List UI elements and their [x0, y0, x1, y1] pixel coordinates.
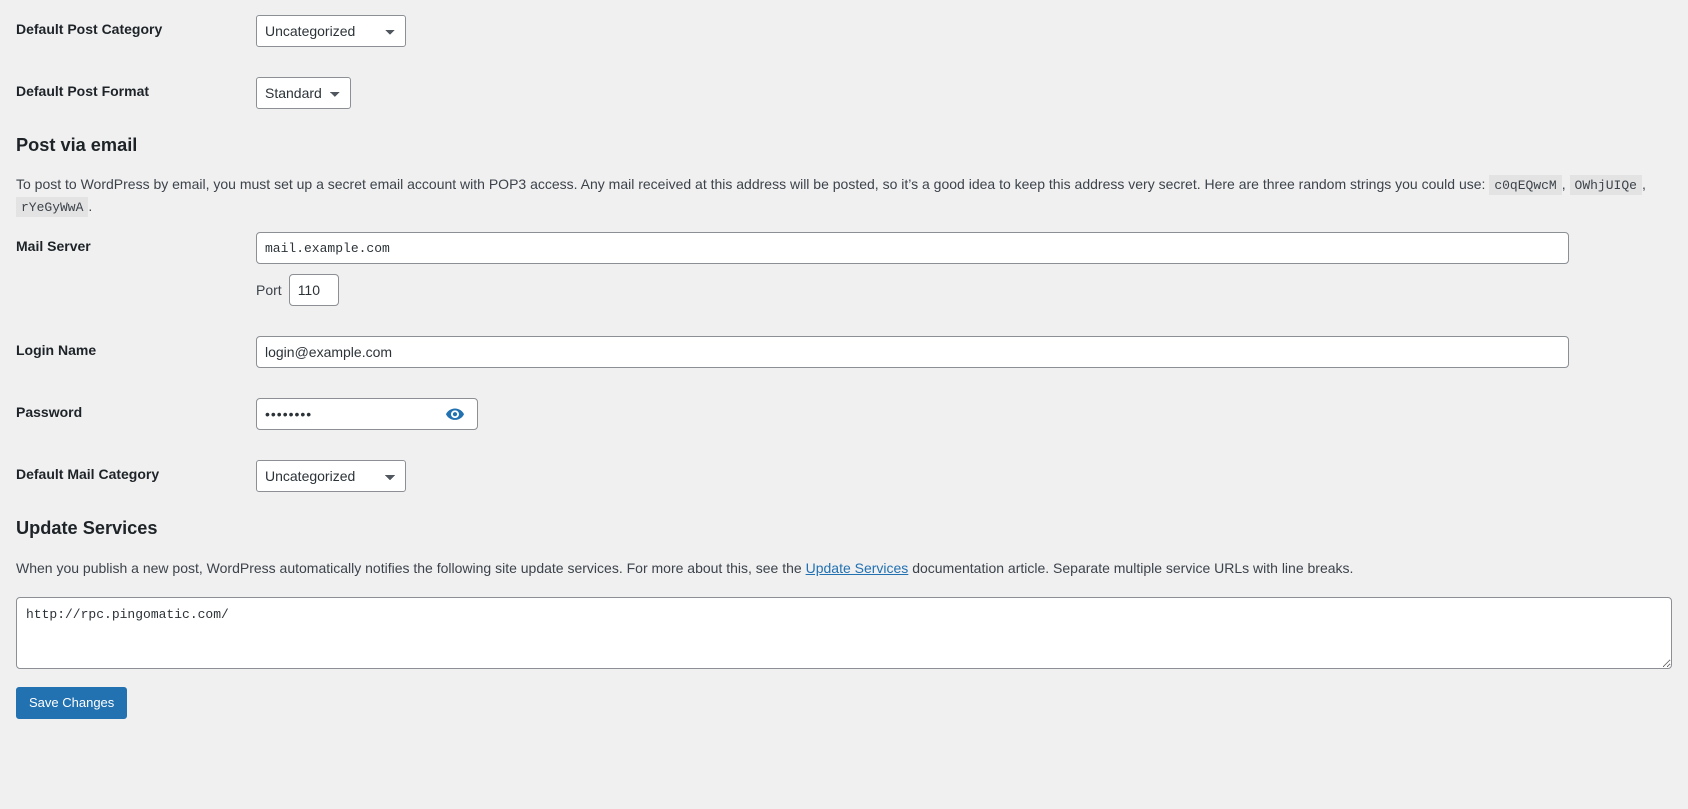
row-default-mail-category: Default Mail Category Uncategorized — [16, 445, 1672, 507]
random-string-2: OWhjUIQe — [1569, 175, 1642, 196]
post-via-email-description: To post to WordPress by email, you must … — [16, 174, 1672, 217]
update-services-description-after: documentation article. Separate multiple… — [912, 559, 1354, 576]
row-login-name: Login Name — [16, 321, 1672, 383]
ping-sites-textarea[interactable] — [16, 596, 1672, 669]
mail-server-port-row: Port — [256, 274, 1662, 307]
default-mail-category-select[interactable]: Uncategorized — [256, 460, 406, 493]
submit-row: Save Changes — [16, 669, 1672, 719]
row-default-post-category: Default Post Category Uncategorized — [16, 0, 1672, 62]
row-default-post-format: Default Post Format Standard — [16, 62, 1672, 124]
mail-server-port-input[interactable] — [288, 274, 339, 307]
update-services-description-before: When you publish a new post, WordPress a… — [16, 559, 802, 576]
label-default-mail-category: Default Mail Category — [16, 466, 160, 483]
port-label: Port — [256, 282, 282, 299]
label-mail-server: Mail Server — [16, 238, 91, 255]
label-default-post-category: Default Post Category — [16, 21, 163, 37]
label-login-name: Login Name — [16, 342, 97, 359]
password-field-wrapper — [256, 398, 478, 431]
separator-2: , — [1641, 176, 1646, 193]
save-changes-button[interactable]: Save Changes — [16, 686, 128, 719]
mail-server-input[interactable] — [256, 232, 1569, 265]
separator-3: . — [88, 197, 93, 214]
random-string-3: rYeGyWwA — [16, 196, 89, 217]
cell-mail-server: Port — [246, 217, 1672, 321]
cell-password — [246, 383, 1672, 445]
mail-settings-table: Mail Server Port Login Name Password — [16, 217, 1672, 507]
default-post-category-select[interactable]: Uncategorized — [256, 15, 406, 47]
separator-1: , — [1561, 176, 1566, 193]
post-defaults-table: Default Post Category Uncategorized Defa… — [16, 0, 1672, 124]
writing-settings-page: Default Post Category Uncategorized Defa… — [0, 0, 1688, 719]
cell-default-post-category: Uncategorized — [246, 0, 1672, 62]
eye-icon — [445, 404, 465, 424]
update-services-description: When you publish a new post, WordPress a… — [16, 558, 1672, 579]
label-default-post-format: Default Post Format — [16, 83, 150, 99]
row-mail-server: Mail Server Port — [16, 217, 1672, 321]
login-name-input[interactable] — [256, 336, 1569, 369]
random-string-1: c0qEQwcM — [1489, 175, 1562, 196]
update-services-link[interactable]: Update Services — [806, 560, 909, 576]
cell-default-mail-category: Uncategorized — [246, 445, 1672, 507]
label-password: Password — [16, 404, 83, 421]
default-post-format-select[interactable]: Standard — [256, 77, 351, 109]
update-services-heading: Update Services — [16, 518, 158, 539]
post-via-email-heading: Post via email — [16, 135, 138, 155]
toggle-password-visibility-button[interactable] — [435, 399, 475, 429]
cell-default-post-format: Standard — [246, 62, 1672, 124]
post-via-email-description-text: To post to WordPress by email, you must … — [16, 176, 1486, 193]
row-password: Password — [16, 383, 1672, 445]
cell-login-name — [246, 321, 1672, 383]
password-input[interactable] — [257, 399, 435, 430]
